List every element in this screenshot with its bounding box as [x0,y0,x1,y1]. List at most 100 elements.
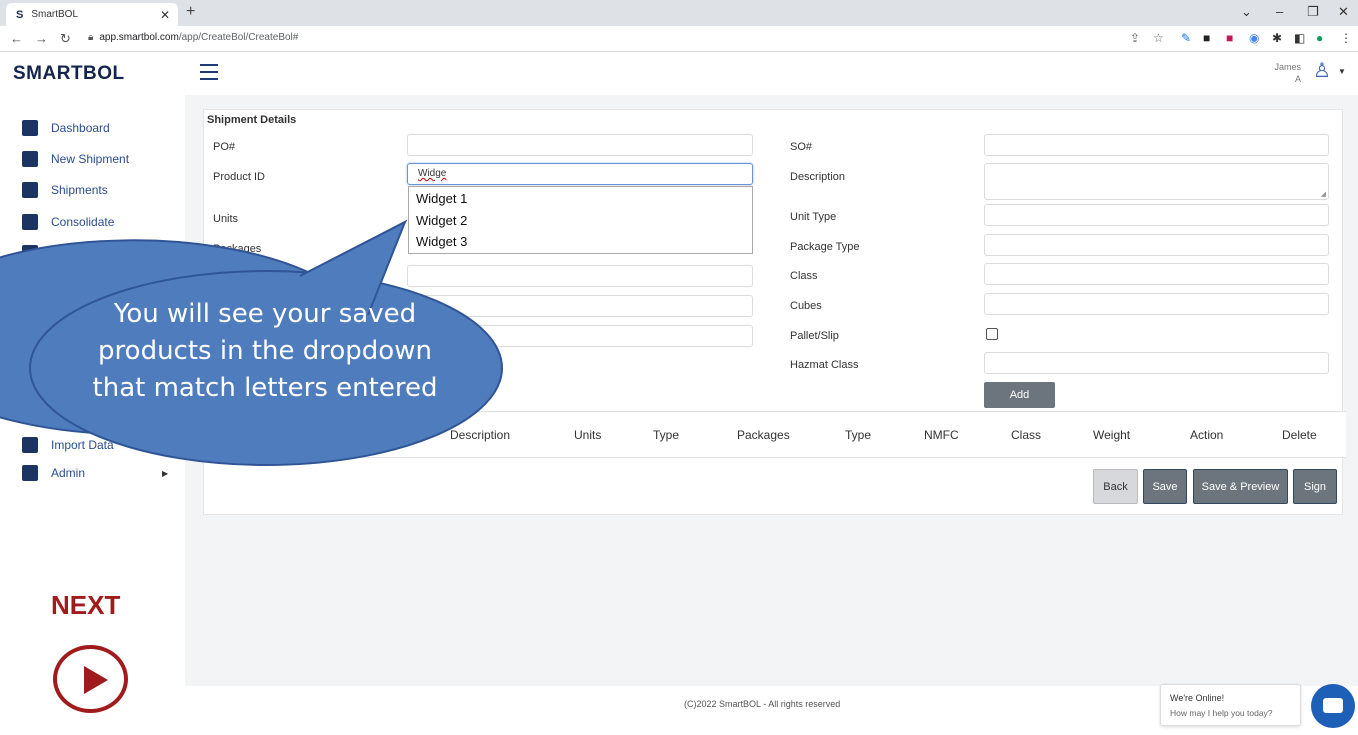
label-description: Description [790,171,846,183]
dropdown-option[interactable]: Widget 2 [416,213,467,228]
user-caret-icon[interactable]: ▼ [1338,67,1346,76]
save-button[interactable]: Save [1143,469,1187,504]
export-icon [22,404,38,420]
copyright-text: (C)2022 SmartBOL - All rights reserved [684,699,841,709]
sign-button[interactable]: Sign [1293,469,1337,504]
sidebar-item-admin[interactable]: Admin ▶ [22,465,168,481]
tab-close-icon[interactable]: ✕ [160,8,170,22]
dropdown-option[interactable]: Widget 3 [416,234,467,249]
hazmat-class-select[interactable] [984,352,1329,374]
th-action: Action [1190,428,1224,442]
sidebar-item-consolidate[interactable]: Consolidate [22,214,114,230]
chat-line-2: How may I help you today? [1170,708,1273,718]
sidebar-item-address[interactable]: Ad [22,310,66,326]
url-host: app.smartbol.com [99,32,179,43]
sidebar-item-shipments[interactable]: Shipments [22,182,108,198]
user-name[interactable]: James A [1266,61,1301,85]
pallet-slip-checkbox[interactable] [986,328,998,340]
cubes-input[interactable] [984,293,1329,315]
new-tab-icon[interactable]: + [186,3,195,21]
po-input[interactable] [407,134,753,156]
th-class: Class [1011,428,1042,442]
extension-s-icon[interactable]: ■ [1226,31,1233,45]
add-button[interactable]: Add [984,382,1055,408]
profile-icon[interactable]: ● [1316,31,1323,45]
sidebar-item-products[interactable] [22,343,51,359]
extensions-puzzle-icon[interactable]: ✱ [1272,31,1282,45]
address-book-icon [22,310,38,326]
product-dropdown: Widget 1 Widget 2 Widget 3 [408,186,753,254]
user-last-name: A [1294,74,1301,84]
extension-circle-icon[interactable]: ◉ [1249,31,1259,45]
th-description: Description [450,428,511,442]
chat-icon[interactable] [1311,684,1355,728]
sidebar-item-dashboard[interactable]: Dashboard [22,120,110,136]
users-icon [22,465,38,481]
save-preview-button[interactable]: Save & Preview [1193,469,1288,504]
hamburger-menu-icon[interactable] [200,64,218,80]
section-title: Shipment Details [207,114,297,126]
caret-right-icon: ▶ [162,468,169,478]
nmfc-input[interactable] [407,295,753,317]
th-weight: Weight [1093,428,1131,442]
smartbol-logo[interactable]: SMARTBOL [13,63,125,85]
tab-search-icon[interactable]: ⌄ [1241,4,1252,20]
extension-pen-icon[interactable]: ✎ [1181,31,1191,45]
edit-icon [22,151,38,167]
browser-menu-icon[interactable]: ⋮ [1340,31,1352,45]
restore-icon[interactable]: ❐ [1307,4,1319,20]
callout-text: You will see your saved products in the … [92,299,438,403]
package-type-select[interactable] [984,234,1329,256]
sidebar-item-export[interactable]: C [22,404,60,420]
close-window-icon[interactable]: ✕ [1338,4,1349,20]
product-id-input[interactable]: Widge [407,163,753,185]
sidebar-item-label: Consolidate [51,215,115,229]
sidebar-item-label: New Shipment [51,152,130,166]
bookmark-star-icon[interactable]: ☆ [1153,31,1164,45]
minimize-icon[interactable]: – [1276,4,1283,19]
extension-dark-icon[interactable]: ■ [1203,31,1210,45]
play-icon[interactable] [53,645,128,713]
smartbol-favicon-icon: S [16,8,24,21]
label-units: Units [213,213,239,225]
network-icon [22,214,38,230]
label-class: Class [790,270,818,282]
back-button[interactable]: Back [1093,469,1138,504]
sidebar-item-label: C [51,405,60,419]
box-icon [22,343,38,359]
next-label[interactable]: NEXT [51,590,120,621]
unit-type-select[interactable] [984,204,1329,226]
sidebar-item-new-shipment[interactable]: New Shipment [22,151,129,167]
chat-prompt[interactable] [1160,684,1301,726]
label-hazmat-class: Hazmat Class [790,359,859,371]
reload-icon[interactable]: ↻ [60,31,71,47]
sidebar-item-label: Dashboard [51,121,110,135]
sidebar-item-label: Documents [51,278,112,292]
url-path: /app/CreateBol/CreateBol# [178,32,299,43]
extra-input[interactable] [407,325,753,347]
side-panel-icon[interactable]: ◧ [1294,31,1305,45]
th-delete: Delete [1282,428,1317,442]
back-arrow-icon[interactable]: ← [10,31,23,46]
url-field[interactable]: 🔒︎ app.smartbol.com/app/CreateBol/CreateB… [88,32,298,43]
sidebar-item-label: Shipments [51,183,108,197]
forward-arrow-icon[interactable]: → [35,31,48,46]
user-icon[interactable]: ♙ [1313,58,1331,83]
share-icon[interactable]: ⇪ [1130,31,1140,45]
sidebar-item-import-data[interactable]: Import Data [22,437,114,453]
app-header: SMARTBOL James A ♙ ▼ [0,53,1358,95]
sidebar-item-deliveries[interactable]: Deliveries [22,245,104,261]
dropdown-option[interactable]: Widget 1 [416,191,467,206]
user-first-name: James [1274,62,1301,72]
label-po: PO# [213,141,236,153]
description-textarea[interactable]: ◢ [984,163,1329,200]
th-packages: Packages [737,428,790,442]
label-pallet-slip: Pallet/Slip [790,330,839,342]
browser-tab[interactable]: S SmartBOL ✕ [6,3,178,26]
import-icon [22,437,38,453]
weight-input[interactable] [407,265,753,287]
so-input[interactable] [984,134,1329,156]
sidebar-item-label: Deliveries [51,246,104,260]
class-select[interactable] [984,263,1329,285]
sidebar-item-documents[interactable]: Documents [22,277,112,293]
